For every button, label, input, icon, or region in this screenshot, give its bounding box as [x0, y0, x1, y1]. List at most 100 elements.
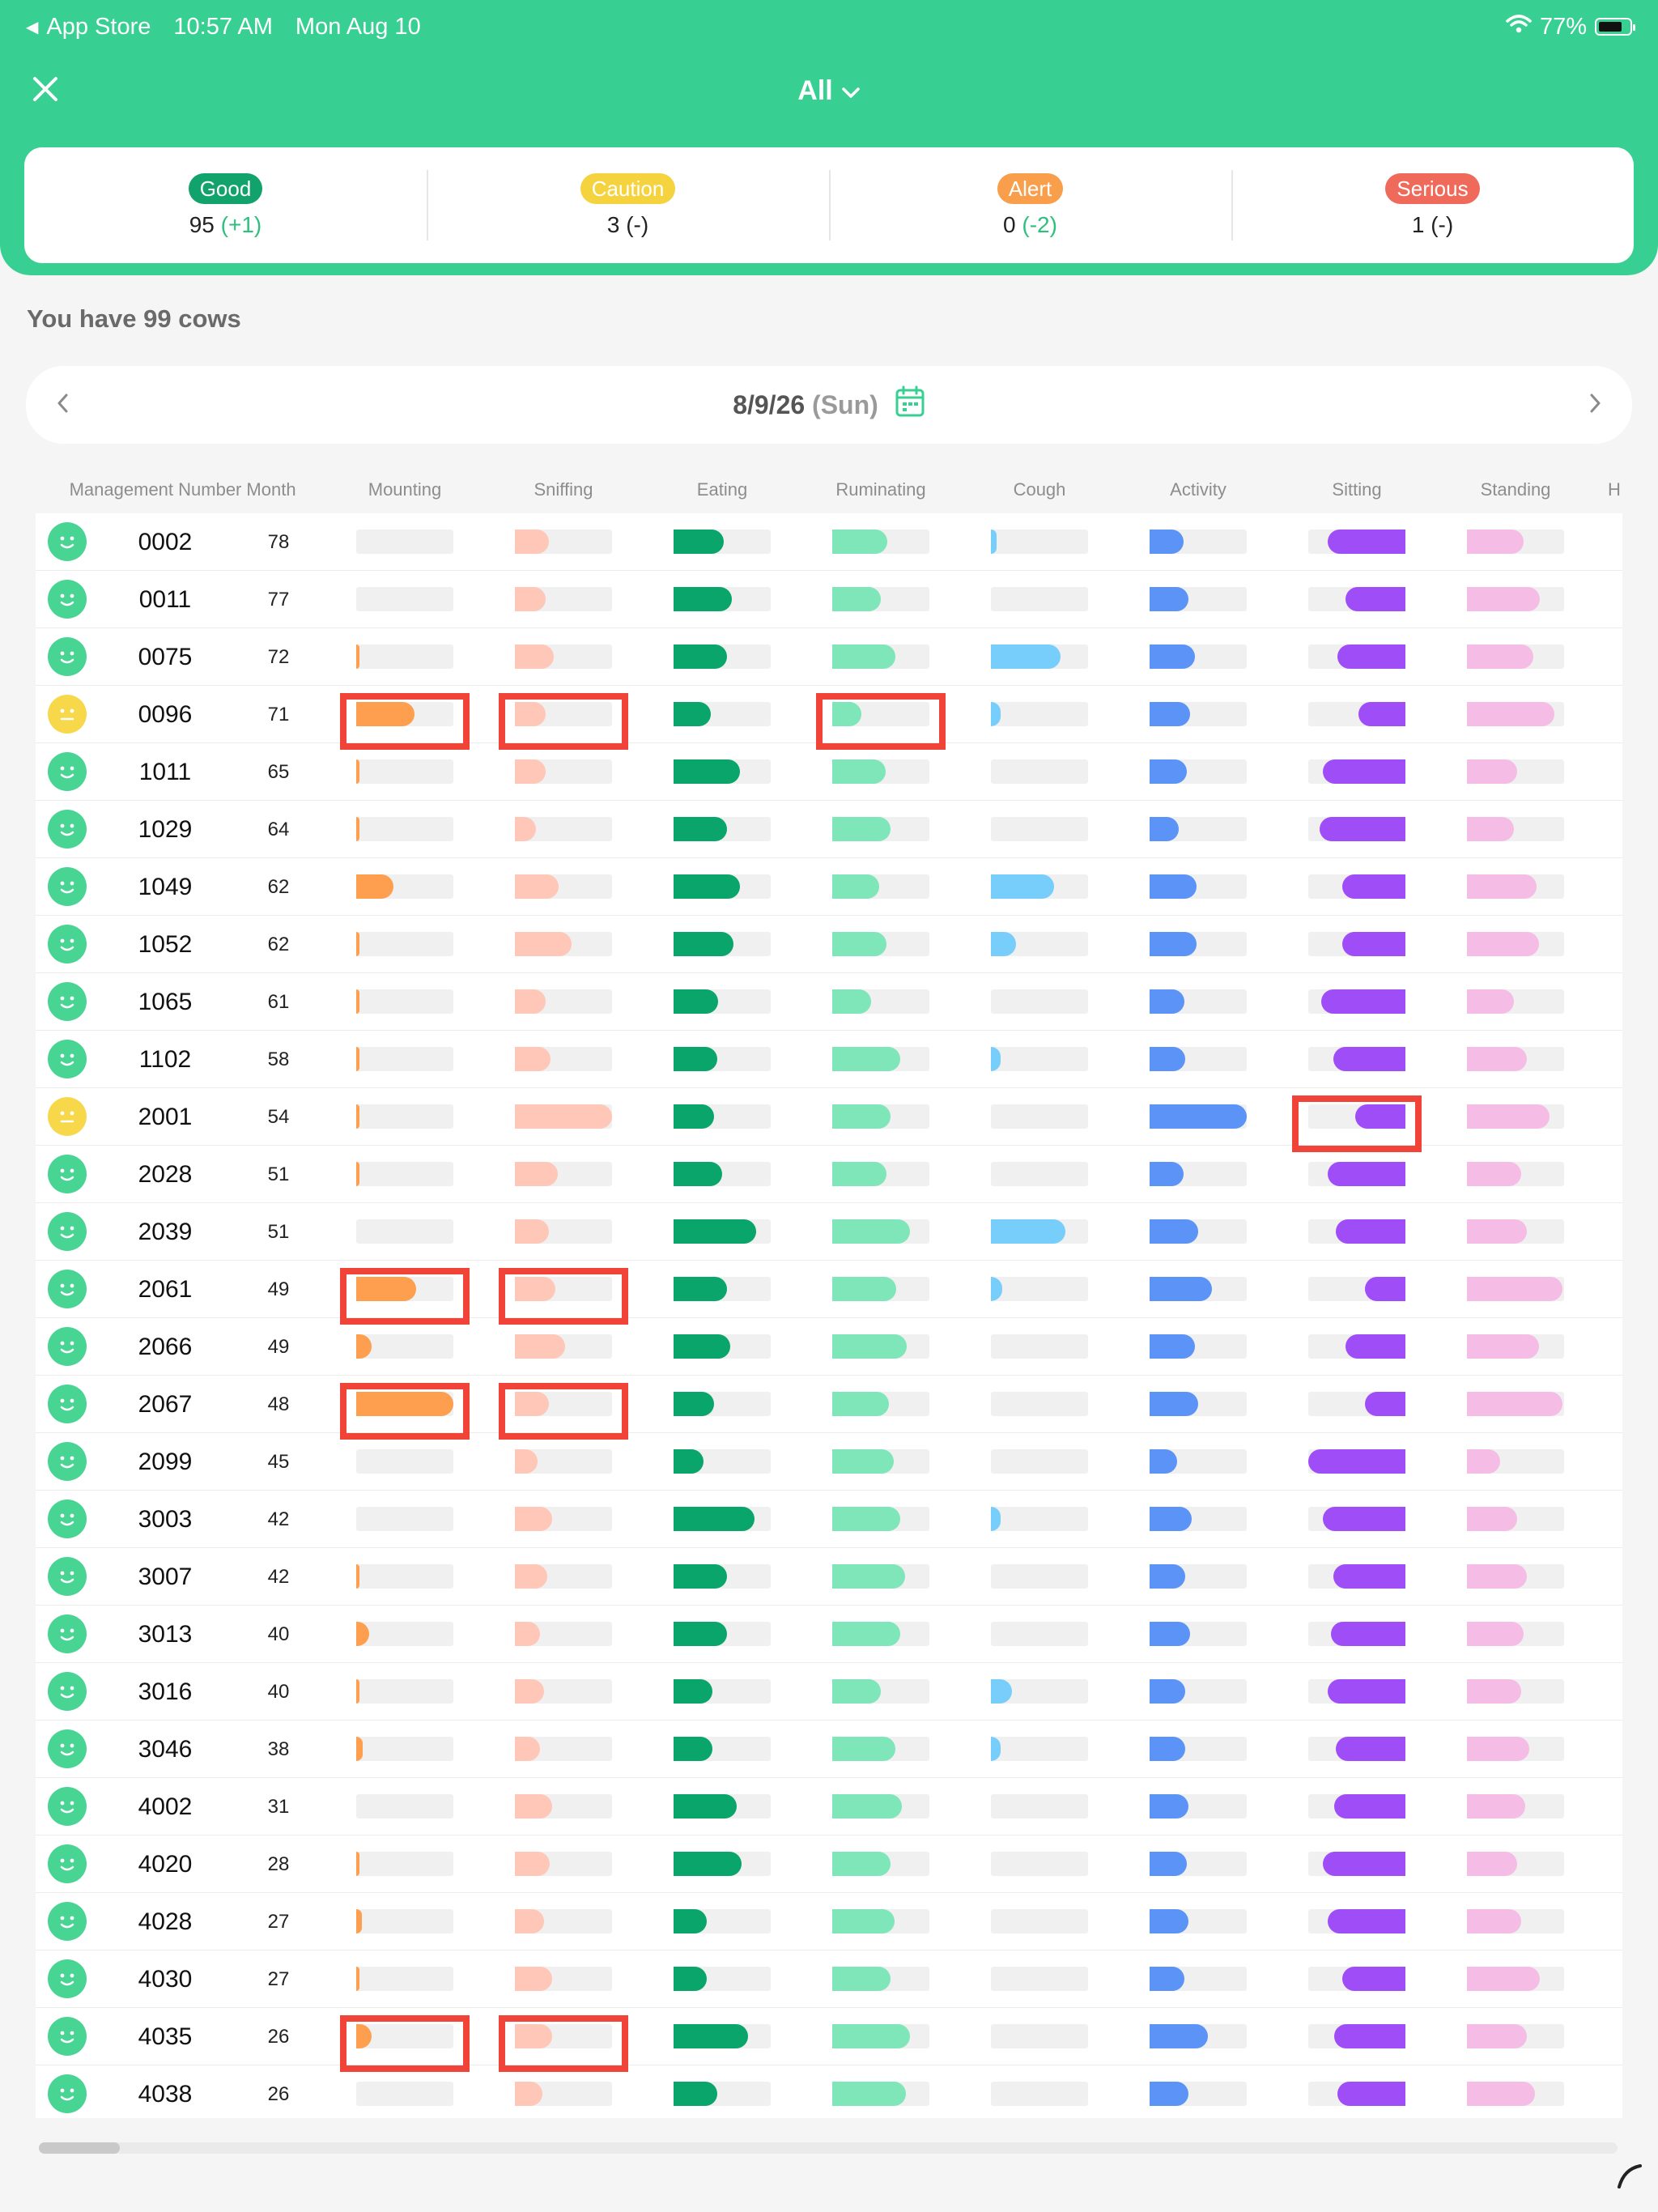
column-header-standing[interactable]: Standing [1481, 479, 1551, 500]
standing-bar-fill [1467, 1334, 1539, 1359]
ruminating-bar-fill [832, 874, 879, 899]
delta: (-) [1431, 211, 1454, 237]
back-triangle-icon[interactable]: ◀ [26, 17, 38, 37]
activity-bar-fill [1150, 1334, 1195, 1359]
mounting-bar [356, 1909, 453, 1933]
calendar-icon[interactable] [895, 385, 925, 424]
column-header-cough[interactable]: Cough [1014, 479, 1066, 500]
ruminating-bar-fill [832, 1794, 902, 1819]
sitting-bar-fill [1342, 1967, 1405, 1991]
sitting-bar-fill [1323, 1507, 1405, 1531]
back-to-app-label[interactable]: App Store [46, 14, 151, 40]
table-row[interactable]: 3013 40 [36, 1606, 1622, 1663]
table-row[interactable]: 1052 62 [36, 916, 1622, 973]
month-value: 51 [267, 1163, 290, 1185]
column-header-h[interactable]: H [1608, 479, 1621, 500]
eating-bar-fill [674, 1277, 727, 1301]
table-row[interactable]: 0011 77 [36, 571, 1622, 628]
scrollbar-thumb[interactable] [39, 2142, 120, 2154]
table-row[interactable]: 4002 31 [36, 1778, 1622, 1836]
smile-face-icon [48, 522, 87, 561]
eating-bar [674, 1852, 771, 1876]
standing-bar-fill [1467, 1104, 1550, 1129]
month-value: 49 [267, 1278, 290, 1300]
column-header-month[interactable]: Month [246, 479, 295, 500]
column-header-eating[interactable]: Eating [697, 479, 747, 500]
smile-face-icon [48, 2017, 87, 2056]
ruminating-bar-fill [832, 2024, 910, 2048]
ruminating-bar [832, 1852, 929, 1876]
table-row[interactable]: 2067 48 [36, 1376, 1622, 1440]
column-header-sniffing[interactable]: Sniffing [534, 479, 593, 500]
table-row[interactable]: 1011 65 [36, 743, 1622, 801]
activity-bar-fill [1150, 1507, 1192, 1531]
table-row[interactable]: 3016 40 [36, 1663, 1622, 1721]
cow-table[interactable]: Management Number Month Mounting Sniffing Ea… [36, 474, 1622, 2118]
table-row[interactable]: 2039 51 [36, 1203, 1622, 1261]
management-number: 4002 [138, 1793, 193, 1820]
column-header-management-number[interactable]: Management Number [70, 479, 242, 500]
table-row[interactable]: 3007 42 [36, 1548, 1622, 1606]
date-navigator: 8/9/26 (Sun) [26, 366, 1632, 444]
previous-day-button[interactable] [26, 366, 99, 444]
eating-bar-fill [674, 817, 727, 841]
column-header-mounting[interactable]: Mounting [368, 479, 442, 500]
standing-bar [1467, 1392, 1564, 1416]
table-row[interactable]: 2099 45 [36, 1433, 1622, 1491]
table-row[interactable]: 0075 72 [36, 628, 1622, 686]
table-row[interactable]: 2066 49 [36, 1318, 1622, 1376]
table-row[interactable]: 4030 27 [36, 1950, 1622, 2008]
table-row[interactable]: 2028 51 [36, 1146, 1622, 1203]
mounting-bar-fill [356, 702, 414, 726]
summary-alert[interactable]: Alert 0 (-2) [829, 147, 1231, 263]
table-row[interactable]: 1102 58 [36, 1031, 1622, 1088]
chevron-left-icon [56, 393, 69, 418]
cough-bar [991, 1277, 1088, 1301]
table-row[interactable]: 4020 28 [36, 1836, 1622, 1893]
activity-bar-fill [1150, 2024, 1208, 2048]
table-body: 0002 78 0011 77 0075 72 0096 71 1011 65 1029 64 1049… [36, 513, 1622, 2118]
ruminating-bar [832, 2024, 929, 2048]
table-row[interactable]: 4038 26 [36, 2065, 1622, 2118]
sniffing-bar-fill [515, 530, 549, 554]
column-header-ruminating[interactable]: Ruminating [835, 479, 925, 500]
column-header-activity[interactable]: Activity [1170, 479, 1226, 500]
management-number: 3003 [138, 1506, 193, 1533]
table-row[interactable]: 1065 61 [36, 973, 1622, 1031]
summary-caution[interactable]: Caution 3 (-) [427, 147, 829, 263]
neutral-face-icon [48, 695, 87, 734]
filter-label: All [797, 74, 833, 106]
management-number: 2028 [138, 1161, 193, 1188]
table-row[interactable]: 0096 71 [36, 686, 1622, 750]
table-row[interactable]: 3003 42 [36, 1491, 1622, 1548]
management-number: 4030 [138, 1966, 193, 1993]
table-row[interactable]: 4028 27 [36, 1893, 1622, 1950]
horizontal-scrollbar[interactable] [39, 2142, 1618, 2154]
table-row[interactable]: 1029 64 [36, 801, 1622, 858]
sniffing-bar [515, 1507, 612, 1531]
sniffing-bar [515, 587, 612, 611]
sniffing-bar-fill [515, 932, 572, 956]
smile-face-icon [48, 867, 87, 906]
summary-good[interactable]: Good 95 (+1) [24, 147, 427, 263]
table-row[interactable]: 3046 38 [36, 1721, 1622, 1778]
table-row[interactable]: 1049 62 [36, 858, 1622, 916]
table-row[interactable]: 2061 49 [36, 1261, 1622, 1325]
ruminating-bar [832, 1334, 929, 1359]
ruminating-bar [832, 1277, 929, 1301]
column-header-sitting[interactable]: Sitting [1332, 479, 1381, 500]
table-row[interactable]: 0002 78 [36, 513, 1622, 571]
standing-bar [1467, 1967, 1564, 1991]
table-row[interactable]: 2001 54 [36, 1088, 1622, 1152]
mounting-bar [356, 1679, 453, 1704]
sniffing-bar [515, 2082, 612, 2106]
table-row[interactable]: 4035 26 [36, 2008, 1622, 2072]
date-display[interactable]: 8/9/26 (Sun) [99, 385, 1559, 424]
standing-bar [1467, 1794, 1564, 1819]
filter-dropdown[interactable]: All [772, 70, 886, 112]
mounting-bar [356, 1162, 453, 1186]
standing-bar [1467, 1679, 1564, 1704]
summary-serious[interactable]: Serious 1 (-) [1231, 147, 1634, 263]
next-day-button[interactable] [1559, 366, 1632, 444]
close-button[interactable] [24, 70, 66, 112]
